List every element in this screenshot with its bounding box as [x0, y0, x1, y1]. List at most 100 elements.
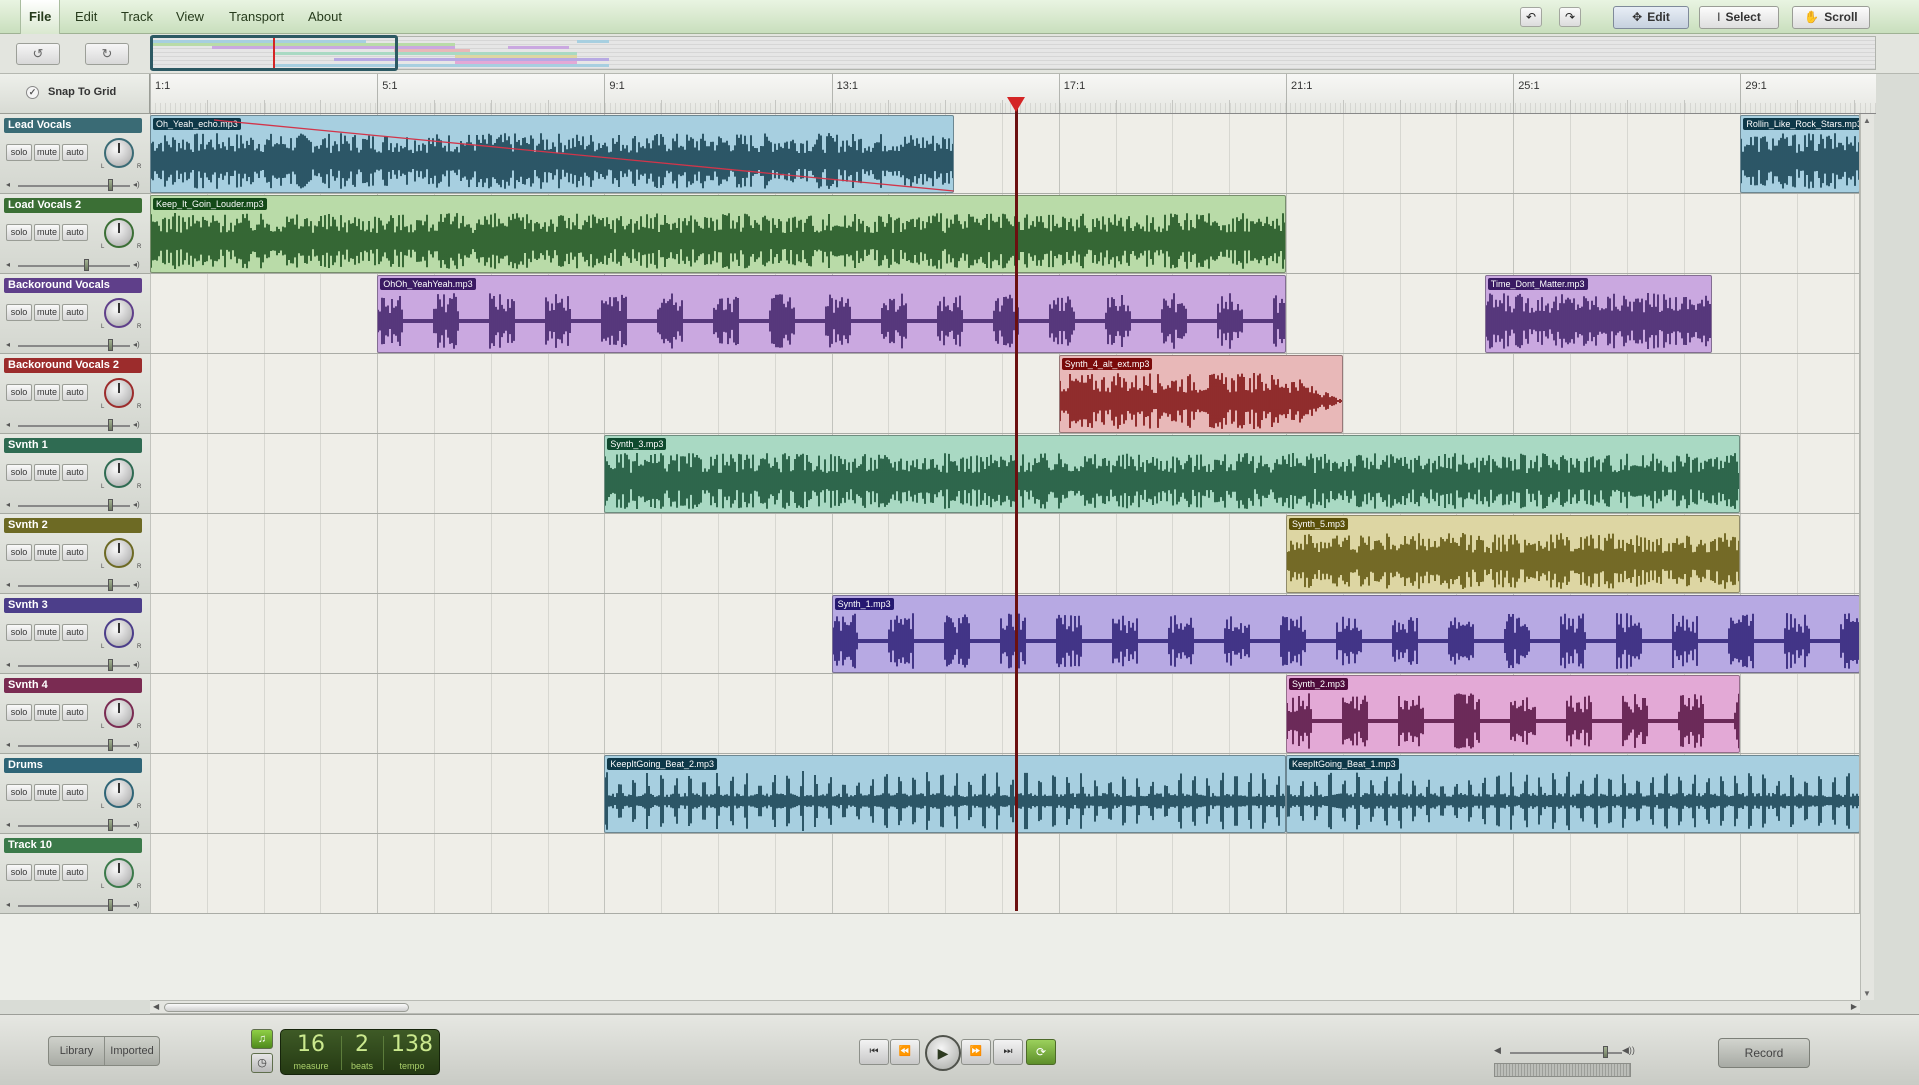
solo-button[interactable]: solo: [6, 464, 32, 481]
playhead-marker[interactable]: [1007, 97, 1026, 112]
pan-knob[interactable]: [104, 858, 134, 888]
record-button[interactable]: Record: [1718, 1038, 1810, 1068]
auto-button[interactable]: auto: [62, 864, 88, 881]
audio-clip[interactable]: KeepItGoing_Beat_2.mp3: [604, 755, 1286, 833]
rewind-button[interactable]: ⏪: [890, 1039, 920, 1065]
pan-knob[interactable]: [104, 778, 134, 808]
track-name[interactable]: Drums: [4, 758, 142, 773]
pan-knob[interactable]: [104, 698, 134, 728]
vertical-scrollbar[interactable]: ▲ ▼: [1860, 114, 1874, 1000]
audio-clip[interactable]: OhOh_YeahYeah.mp3: [377, 275, 1286, 353]
auto-button[interactable]: auto: [62, 784, 88, 801]
track-name[interactable]: Lead Vocals: [4, 118, 142, 133]
solo-button[interactable]: solo: [6, 304, 32, 321]
audio-clip[interactable]: Synth_4_alt_ext.mp3: [1058, 355, 1343, 433]
track-name[interactable]: Svnth 4: [4, 678, 142, 693]
mute-button[interactable]: mute: [34, 704, 60, 721]
solo-button[interactable]: solo: [6, 384, 32, 401]
horizontal-scrollbar[interactable]: ◀ ▶: [150, 1000, 1860, 1014]
track-name[interactable]: Load Vocals 2: [4, 198, 142, 213]
volume-thumb[interactable]: [84, 259, 90, 271]
auto-button[interactable]: auto: [62, 464, 88, 481]
scroll-mode-button[interactable]: ✋ Scroll: [1792, 6, 1870, 29]
scroll-left-icon[interactable]: ◀: [153, 1002, 159, 1011]
volume-slider[interactable]: [18, 665, 130, 667]
pan-knob[interactable]: [104, 538, 134, 568]
volume-thumb[interactable]: [107, 339, 113, 351]
timeline-grid[interactable]: Oh_Yeah_echo.mp3 Rollin_Like_Rock_Stars.m…: [150, 114, 1860, 914]
track-name[interactable]: Track 10: [4, 838, 142, 853]
song-overview-minimap[interactable]: [150, 36, 1876, 70]
pan-knob[interactable]: [104, 458, 134, 488]
select-mode-button[interactable]: I Select: [1699, 6, 1779, 29]
auto-button[interactable]: auto: [62, 144, 88, 161]
solo-button[interactable]: solo: [6, 864, 32, 881]
fast-forward-button[interactable]: ⏩: [961, 1039, 991, 1065]
menu-file[interactable]: File: [20, 0, 61, 34]
redo-icon[interactable]: ↷: [1559, 7, 1581, 27]
volume-slider[interactable]: [18, 905, 130, 907]
volume-slider[interactable]: [18, 825, 130, 827]
volume-thumb[interactable]: [107, 579, 113, 591]
mute-button[interactable]: mute: [34, 384, 60, 401]
automation-line[interactable]: [213, 119, 954, 192]
audio-clip[interactable]: KeepItGoing_Beat_1.mp3: [1286, 755, 1859, 833]
minimap-viewport[interactable]: [150, 35, 398, 71]
audio-clip[interactable]: Synth_3.mp3: [604, 435, 1741, 513]
auto-button[interactable]: auto: [62, 704, 88, 721]
redo-button[interactable]: ↻: [85, 43, 129, 65]
empty-track-area[interactable]: [0, 914, 1860, 1000]
volume-thumb[interactable]: [107, 659, 113, 671]
audio-clip[interactable]: Synth_1.mp3: [831, 595, 1859, 673]
undo-icon[interactable]: ↶: [1520, 7, 1542, 27]
volume-slider[interactable]: [18, 745, 130, 747]
scroll-down-icon[interactable]: ▼: [1863, 989, 1871, 998]
track-name[interactable]: Svnth 3: [4, 598, 142, 613]
pan-knob[interactable]: [104, 298, 134, 328]
auto-button[interactable]: auto: [62, 224, 88, 241]
play-button[interactable]: ▶: [925, 1035, 961, 1071]
go-to-start-button[interactable]: ⏮: [859, 1039, 889, 1065]
go-to-end-button[interactable]: ⏭: [993, 1039, 1023, 1065]
volume-slider[interactable]: [18, 585, 130, 587]
pan-knob[interactable]: [104, 618, 134, 648]
mute-button[interactable]: mute: [34, 464, 60, 481]
auto-button[interactable]: auto: [62, 304, 88, 321]
pan-knob[interactable]: [104, 378, 134, 408]
master-volume-thumb[interactable]: [1603, 1046, 1609, 1058]
solo-button[interactable]: solo: [6, 144, 32, 161]
audio-clip[interactable]: Synth_2.mp3: [1286, 675, 1741, 753]
mute-button[interactable]: mute: [34, 784, 60, 801]
solo-button[interactable]: solo: [6, 704, 32, 721]
volume-thumb[interactable]: [107, 819, 113, 831]
pan-knob[interactable]: [104, 218, 134, 248]
volume-slider[interactable]: [18, 185, 130, 187]
automation-envelope[interactable]: [150, 114, 1860, 194]
audio-clip[interactable]: Time_Dont_Matter.mp3: [1484, 275, 1712, 353]
solo-button[interactable]: solo: [6, 624, 32, 641]
scroll-up-icon[interactable]: ▲: [1863, 116, 1871, 125]
pan-knob[interactable]: [104, 138, 134, 168]
mute-button[interactable]: mute: [34, 224, 60, 241]
volume-thumb[interactable]: [107, 739, 113, 751]
auto-button[interactable]: auto: [62, 544, 88, 561]
track-name[interactable]: Backoround Vocals 2: [4, 358, 142, 373]
auto-button[interactable]: auto: [62, 384, 88, 401]
mute-button[interactable]: mute: [34, 864, 60, 881]
volume-slider[interactable]: [18, 425, 130, 427]
track-name[interactable]: Svnth 1: [4, 438, 142, 453]
menu-transport[interactable]: Transport: [221, 0, 292, 34]
solo-button[interactable]: solo: [6, 224, 32, 241]
snap-to-grid-toggle[interactable]: ✓ Snap To Grid: [0, 74, 150, 114]
track-name[interactable]: Backoround Vocals: [4, 278, 142, 293]
volume-thumb[interactable]: [107, 899, 113, 911]
library-button[interactable]: Library: [49, 1037, 104, 1065]
undo-button[interactable]: ↺: [16, 43, 60, 65]
menu-track[interactable]: Track: [113, 0, 161, 34]
horizontal-scroll-thumb[interactable]: [164, 1003, 409, 1012]
volume-thumb[interactable]: [107, 419, 113, 431]
tempo-display[interactable]: 138 tempo: [383, 1030, 441, 1076]
solo-button[interactable]: solo: [6, 544, 32, 561]
volume-thumb[interactable]: [107, 499, 113, 511]
volume-thumb[interactable]: [107, 179, 113, 191]
